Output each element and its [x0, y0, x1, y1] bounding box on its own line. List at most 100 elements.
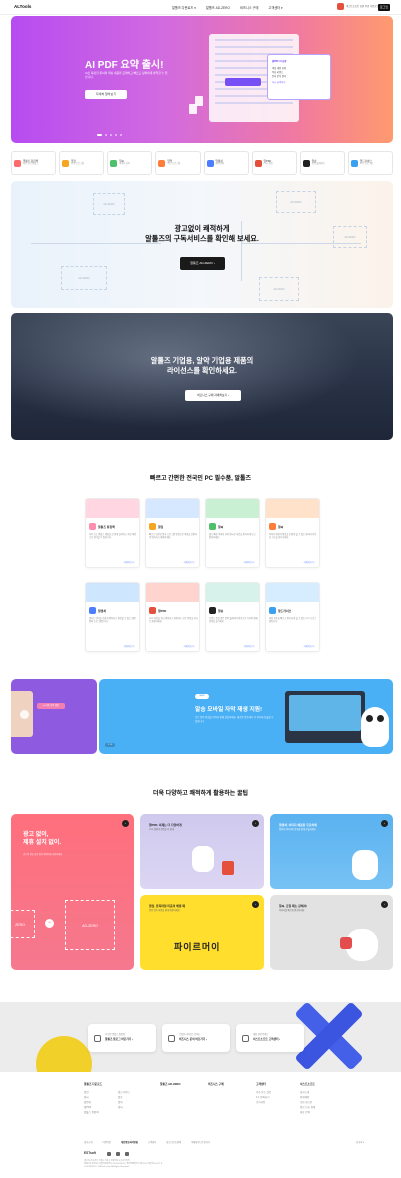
footer-column-title[interactable]: 알툴즈 AD-ZERO	[160, 1082, 180, 1087]
product-card[interactable]: 알송 가볍고 음질 좋은 음악 플레이어 알송으로 가사와 함께 음악을 즐기세요…	[205, 582, 260, 652]
footer-link[interactable]: 공지사항	[256, 1100, 271, 1105]
more-link[interactable]: 자세히보기 ›	[304, 560, 315, 564]
tip-card-capture[interactable]: 알캡처, 이미지 채굴을 무료하세 캡처한 이미지의 글자를 쉽게 추출하세요.…	[270, 814, 393, 889]
footer-column-title[interactable]: 이스트소프트	[300, 1082, 315, 1087]
product-card[interactable]: 알툴즈 통합팩 자주 쓰는 알툴즈 제품을 한 번에 설치하고 최신 버전으로 관…	[85, 498, 140, 568]
more-link[interactable]: 자세히보기 ›	[304, 644, 315, 648]
app-shortcut[interactable]: 알송 음악 플레이어	[299, 151, 345, 175]
carousel-dot[interactable]	[115, 134, 117, 136]
product-card[interactable]: 알드라이브 파일 전송을 빠르고 편리하게 할 수 있는 FTP 프로그램입니다.…	[265, 582, 320, 652]
more-link[interactable]: 자세히보기 ›	[244, 644, 255, 648]
box-link[interactable]: 비즈니스 문의 바로가기 ›	[179, 1038, 207, 1042]
more-link[interactable]: 자세히보기 ›	[244, 560, 255, 564]
carousel-dot[interactable]	[120, 134, 122, 136]
hero-more-button[interactable]: 자세히 알아보기	[85, 90, 127, 99]
ai-summary-button-illustration	[225, 78, 261, 86]
business-purchase-button[interactable]: 비즈니스 구매 자세히보기 ›	[185, 390, 241, 401]
license-banner[interactable]: 알툴즈 기업용, 알약 기업용 제품의 라이선스를 확인하세요. 비즈니스 구매…	[11, 313, 393, 440]
footer-policy-link[interactable]: 이메일무단수집거부	[191, 1140, 210, 1144]
blog-social-icon[interactable]	[107, 1152, 111, 1156]
tip-card-ad-free[interactable]: 광고 없이, 제휴 설치 없이. 광고와 제휴 설치 없이 쾌적하게 사용하세요…	[11, 814, 134, 970]
youtube-icon[interactable]	[116, 1152, 120, 1156]
arrow-icon[interactable]: ›	[122, 820, 129, 827]
product-icon	[269, 523, 276, 530]
altools-logo[interactable]: ALTools	[14, 4, 31, 9]
auto-subtitle-tag: ★ 자동 자막 생성	[37, 703, 65, 709]
card-illustration	[266, 583, 319, 602]
copyright: COPYRIGHT © ESTsoft Corp. All Rights Res…	[84, 1166, 130, 1169]
subscription-heading-line: 광고없이 쾌적하게	[174, 224, 230, 233]
estsoft-logo: ESTsoft	[84, 1151, 96, 1155]
product-card[interactable]: 알씨 쉽고 빠른 이미지 뷰어 알씨로 사진을 편리하게 보고 편집하세요. 자세히…	[205, 498, 260, 568]
footer-column-title[interactable]: 비즈니스 구매	[208, 1082, 224, 1087]
nav-ad-zero[interactable]: 알툴즈 AD-ZERO	[206, 5, 230, 10]
promo-slide-current[interactable]: NEW 알송 모바일 자막 재생 지원! 모든 음악 영상을 자막과 함께 감상…	[99, 679, 393, 754]
arrow-icon[interactable]: ›	[252, 901, 259, 908]
subscription-banner[interactable]: AD-ZERO AD-ZERO AD-ZERO AD-ZERO AD-ZERO …	[11, 181, 393, 308]
carousel-dots[interactable]	[97, 134, 122, 136]
box-link[interactable]: 이스트소프트 고객센터 ›	[253, 1038, 280, 1042]
product-card[interactable]: 알집 빠르고 안전한 압축 프로그램 알집으로 파일을 간편하게 압축하고 해제하…	[145, 498, 200, 568]
footer-policy-link[interactable]: 청소년보호정책	[166, 1140, 181, 1144]
blog-icon	[94, 1034, 101, 1042]
product-icon	[269, 607, 276, 614]
footer-link[interactable]: 제휴 문의	[300, 1110, 315, 1115]
hero-banner[interactable]: AI PDF 요약 출시! AI로 복잡한 문서의 핵심 내용을 요약하고 빠르…	[11, 16, 393, 143]
more-link[interactable]: 자세히보기 ›	[124, 644, 135, 648]
more-link[interactable]: 자세히보기 ›	[124, 560, 135, 564]
product-desc: 파일 전송을 빠르고 편리하게 할 수 있는 FTP 프로그램입니다.	[269, 618, 317, 624]
app-shortcut[interactable]: 알드라이브 FTP 프로그램	[347, 151, 393, 175]
tip-desc: 캡처한 이미지의 글자를 쉽게 추출하세요.	[279, 829, 317, 831]
tip-card-pdf[interactable]: 알PDF, 이제는 더 다양하게 PDF 변환과 편집을 더 쉽게 ›	[140, 814, 264, 889]
headphone-mascot-icon	[361, 707, 389, 747]
facebook-icon[interactable]	[125, 1152, 129, 1156]
footer-column-title[interactable]: 알툴즈 다운로드	[84, 1082, 102, 1087]
footer-column-title[interactable]: 고객센터	[256, 1082, 271, 1087]
product-card[interactable]: 알캡처 원하는 영역을 손쉽게 캡처하고 편집할 수 있는 화면 캡처 프로그램입…	[85, 582, 140, 652]
business-link-box[interactable]: 기업용 라이선스 문의는 비즈니스 문의 바로가기 ›	[162, 1024, 230, 1052]
footer-policy-link[interactable]: 이용약관	[102, 1140, 110, 1144]
arrow-icon[interactable]: ›	[381, 901, 388, 908]
app-shortcut[interactable]: 알캡처 화면 캡처	[203, 151, 249, 175]
subscription-heading: 광고없이 쾌적하게 알툴즈의 구독서비스를 확인해 보세요.	[11, 224, 393, 245]
more-link[interactable]: 자세히보기 ›	[184, 644, 195, 648]
app-icon	[206, 159, 214, 167]
product-card[interactable]: 알씨 이미지 변환과 편집을 손쉽게 할 수 있는 알씨의 다양한 기능을 만나보…	[265, 498, 320, 568]
top-header: ALTools 알툴즈 다운로드 ▾ 알툴즈 AD-ZERO 비즈니스 구매 고…	[0, 0, 401, 15]
app-shortcut[interactable]: 알씨 이미지 뷰어	[107, 151, 153, 175]
footer-policy-link[interactable]: 개인정보처리방침	[121, 1140, 138, 1144]
app-shortcut[interactable]: 알약 백신 프로그램	[155, 151, 201, 175]
ad-zero-button[interactable]: 알툴즈 AD-ZERO ›	[180, 257, 225, 270]
login-button[interactable]: 로그인	[378, 4, 390, 11]
footer-policy-link[interactable]: 고객센터	[148, 1140, 156, 1144]
app-shortcut[interactable]: 알PDF PDF 편집	[251, 151, 297, 175]
footer-link[interactable]: 알씨	[118, 1105, 130, 1110]
footer-policy-link[interactable]: 회사소개	[84, 1140, 92, 1144]
nav-support[interactable]: 고객센터 ▾	[268, 5, 282, 10]
arrow-icon[interactable]: ›	[381, 820, 388, 827]
arrow-icon[interactable]: ›	[252, 820, 259, 827]
product-card[interactable]: 알PDF PDF 파일을 열고 편집하고 변환하는 모든 작업을 하나로 해결하세…	[145, 582, 200, 652]
product-desc: 원하는 영역을 손쉽게 캡처하고 편집할 수 있는 화면 캡처 프로그램입니다.	[89, 618, 136, 624]
yellow-sphere-decoration	[36, 1036, 92, 1072]
header-ad-chip[interactable]: 이스트소프트 보안 무료 다운로드	[337, 3, 380, 10]
file-icon	[195, 96, 203, 106]
footer-link[interactable]: 알툴즈 통합팩	[84, 1110, 102, 1115]
tip-card-photo[interactable]: 알씨, 급할 때는 갈해서! 이미지를 빠르게 편집하세요. ›	[270, 895, 393, 970]
tip-card-zip[interactable]: 알집, 압축파일 미흡의 해결 때 알집 압축 파일을 쉽게 해결하세요. 파이…	[140, 895, 264, 970]
nav-business[interactable]: 비즈니스 구매	[240, 5, 258, 10]
popup-line: 문서 분석 결과	[272, 76, 286, 78]
blog-link-box[interactable]: 더 많은 알툴즈 활용법 알툴즈 블로그 바로가기 ›	[88, 1024, 156, 1052]
app-shortcut[interactable]: 알집 압축 프로그램	[59, 151, 105, 175]
play-icon[interactable]	[20, 710, 29, 719]
more-link[interactable]: 자세히보기 ›	[184, 560, 195, 564]
app-shortcut[interactable]: 알툴즈 통합팩 자주 쓰는 알툴즈	[11, 151, 57, 175]
support-link-box[interactable]: 제품 관련 문의는 이스트소프트 고객센터 ›	[236, 1024, 304, 1052]
box-link[interactable]: 알툴즈 블로그 바로가기 ›	[105, 1038, 133, 1042]
nav-download[interactable]: 알툴즈 다운로드 ▾	[172, 5, 196, 10]
carousel-dot[interactable]	[97, 134, 102, 136]
promo-slide-prev[interactable]: ★ 자동 자막 생성	[11, 679, 97, 754]
language-select[interactable]: 한국어 ▾	[356, 1140, 364, 1144]
carousel-dot[interactable]	[110, 134, 112, 136]
carousel-dot[interactable]	[105, 134, 107, 136]
